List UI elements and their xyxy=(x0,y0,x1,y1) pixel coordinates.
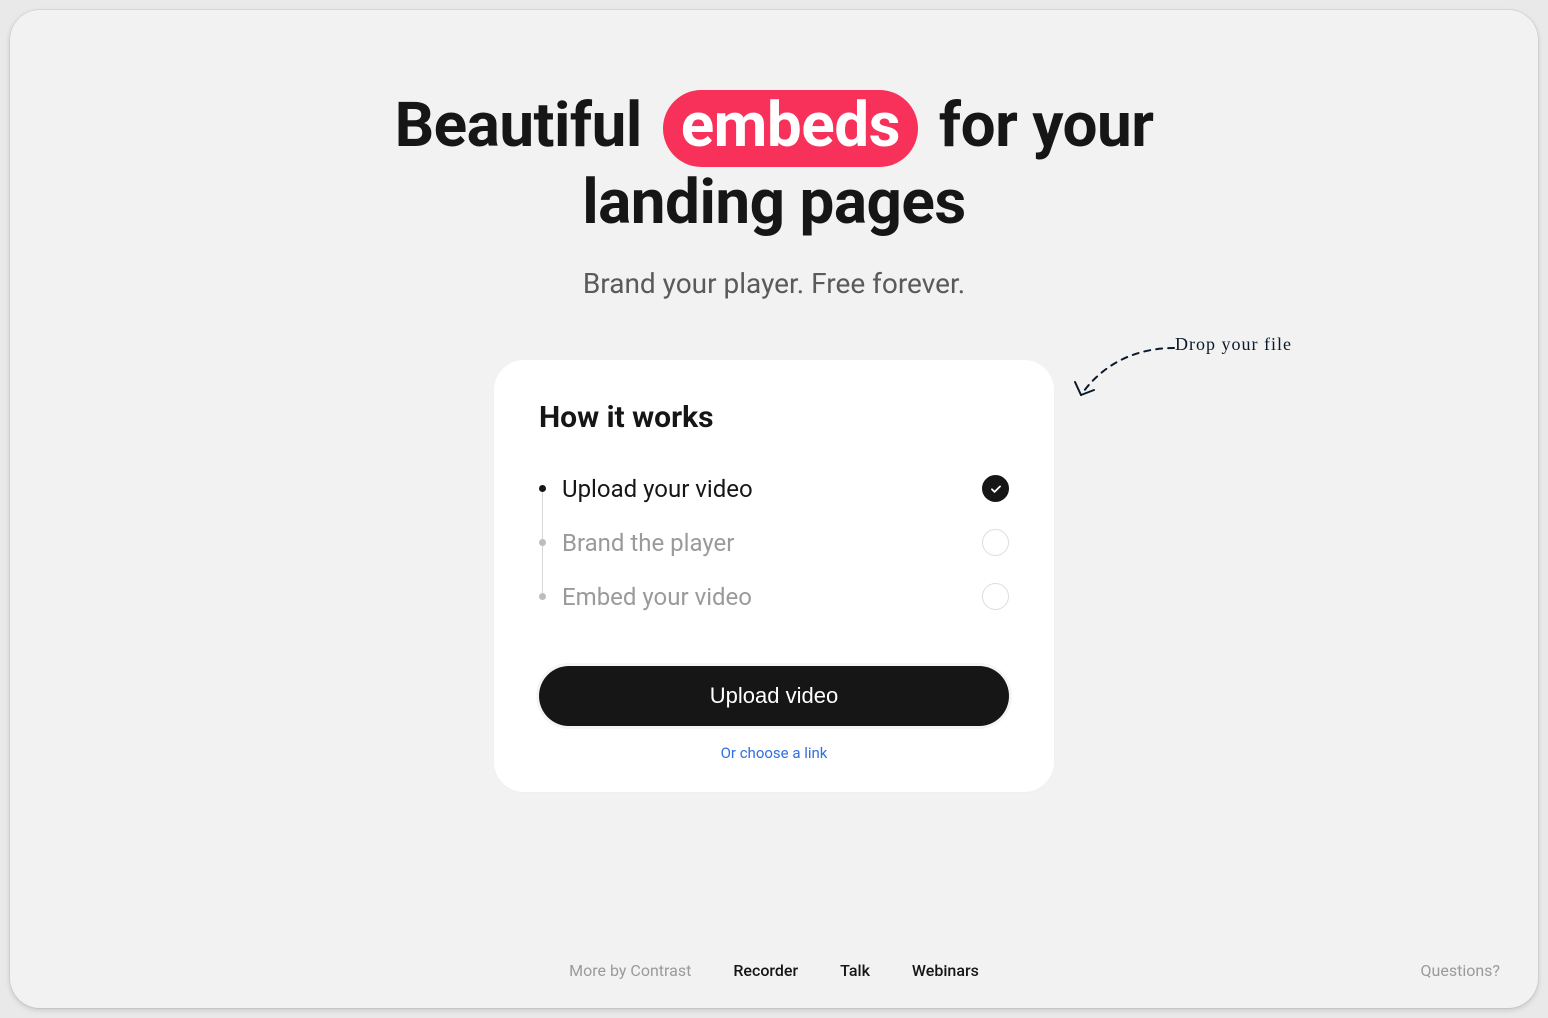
hero-title: Beautiful embeds for your landing pages xyxy=(10,90,1538,239)
hero-title-line2: landing pages xyxy=(582,166,966,239)
step-left: Embed your video xyxy=(539,583,752,611)
hero-title-before: Beautiful xyxy=(395,89,642,162)
annotation-text: Drop your file xyxy=(1175,334,1292,355)
step-label: Embed your video xyxy=(562,583,752,611)
hero-subtitle: Brand your player. Free forever. xyxy=(10,267,1538,300)
footer-link-recorder[interactable]: Recorder xyxy=(733,961,798,980)
step-dot-icon xyxy=(539,485,546,492)
step-label: Upload your video xyxy=(562,475,753,503)
step-upload[interactable]: Upload your video xyxy=(539,475,1009,503)
hero-title-highlight: embeds xyxy=(663,90,918,167)
steps-list: Upload your video Brand the player xyxy=(539,475,1009,611)
step-dot-icon xyxy=(539,593,546,600)
footer: More by Contrast Recorder Talk Webinars xyxy=(10,961,1538,980)
card-wrap: How it works Upload your video Brand xyxy=(494,360,1054,792)
step-left: Brand the player xyxy=(539,529,734,557)
hero-title-after: for your xyxy=(939,89,1153,162)
footer-label: More by Contrast xyxy=(569,961,691,980)
step-label: Brand the player xyxy=(562,529,734,557)
footer-link-webinars[interactable]: Webinars xyxy=(912,961,979,980)
step-dot-icon xyxy=(539,539,546,546)
status-circle-icon xyxy=(982,583,1009,610)
checkmark-icon xyxy=(982,475,1009,502)
questions-link[interactable]: Questions? xyxy=(1421,961,1500,980)
app-window: Beautiful embeds for your landing pages … xyxy=(10,10,1538,1008)
step-embed[interactable]: Embed your video xyxy=(539,583,1009,611)
drop-file-annotation: Drop your file xyxy=(1069,340,1292,410)
step-left: Upload your video xyxy=(539,475,753,503)
hero: Beautiful embeds for your landing pages … xyxy=(10,90,1538,300)
status-circle-icon xyxy=(982,529,1009,556)
choose-link[interactable]: Or choose a link xyxy=(539,744,1009,762)
how-it-works-card[interactable]: How it works Upload your video Brand xyxy=(494,360,1054,792)
step-brand[interactable]: Brand the player xyxy=(539,529,1009,557)
upload-video-button[interactable]: Upload video xyxy=(539,666,1009,726)
footer-link-talk[interactable]: Talk xyxy=(840,961,870,980)
card-heading: How it works xyxy=(539,400,1009,435)
arrow-icon xyxy=(1069,340,1179,410)
